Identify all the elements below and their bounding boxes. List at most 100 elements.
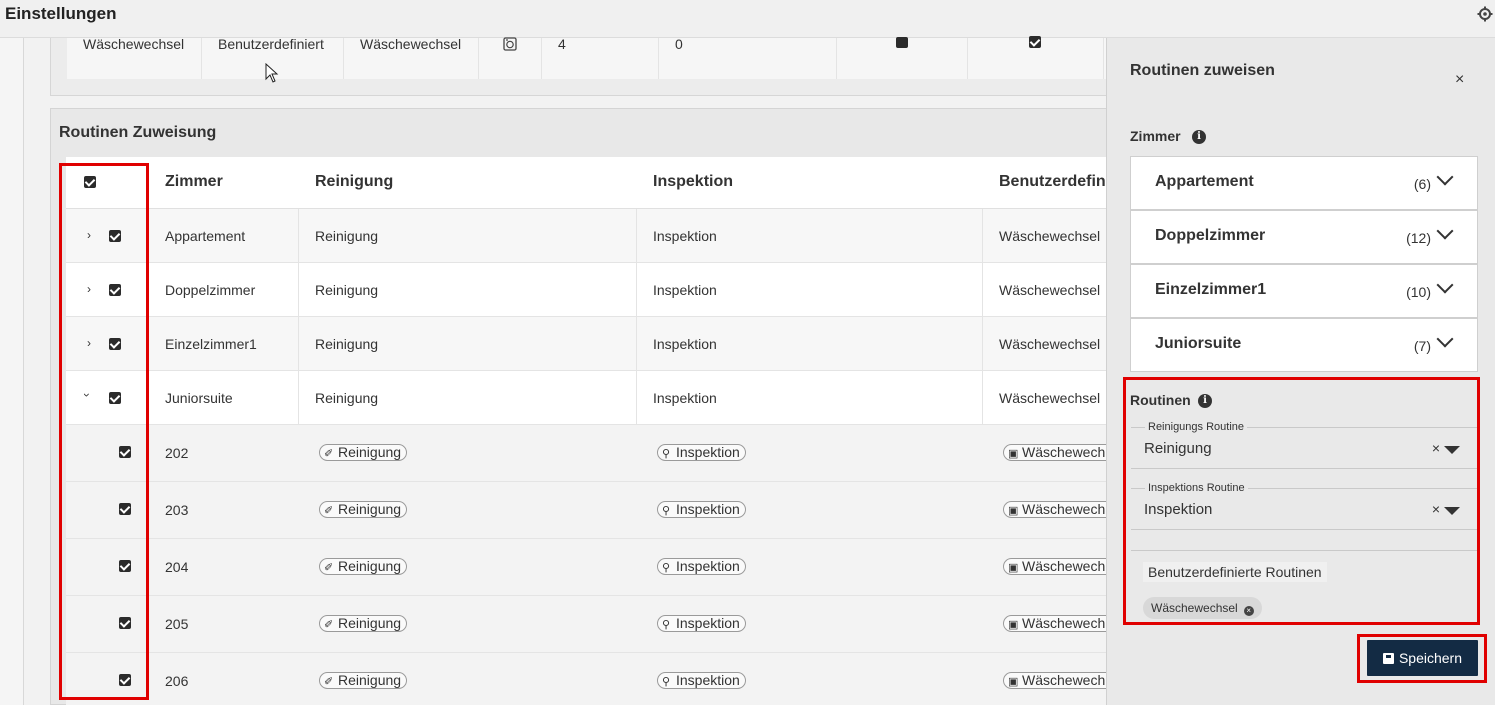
divider — [541, 38, 542, 79]
routine-label: Wäschewechsel — [360, 36, 462, 52]
inspection-routine: Inspektion — [653, 390, 717, 406]
divider — [658, 38, 659, 79]
page-title: Einstellungen — [5, 4, 117, 23]
custom-chip: ▣ Wäschewech — [1003, 558, 1111, 575]
broom-icon: ✐ — [324, 505, 334, 517]
cleaning-chip: ✐ Reinigung — [319, 501, 408, 518]
inspection-chip: ⚲ Inspektion — [657, 615, 746, 632]
panel-title: Routinen zuweisen — [1130, 62, 1275, 79]
table-row[interactable]: 202 ✐ Reinigung ⚲ Inspektion ▣ Wäschewech — [66, 425, 1111, 482]
room-type: Doppelzimmer — [165, 282, 256, 298]
inspection-routine: Inspektion — [653, 336, 717, 352]
broom-icon: ✐ — [324, 676, 334, 688]
custom-routine: Wäschewechsel — [999, 228, 1101, 244]
magnifier-icon: ⚲ — [662, 619, 671, 631]
room-type-accordion[interactable]: Juniorsuite (7) — [1130, 318, 1478, 372]
room-type-accordion[interactable]: Appartement (6) — [1130, 156, 1478, 210]
room-number: 206 — [165, 673, 189, 689]
inspection-routine: Inspektion — [653, 228, 717, 244]
left-strip — [0, 38, 24, 705]
gear-icon[interactable] — [1477, 6, 1493, 22]
laundry-icon — [503, 37, 517, 51]
status-square — [896, 37, 908, 48]
cleaning-chip: ✐ Reinigung — [319, 444, 408, 461]
custom-routine: Wäschewechsel — [999, 390, 1101, 406]
magnifier-icon: ⚲ — [662, 448, 671, 460]
highlight-save-button — [1357, 634, 1487, 683]
room-type: Appartement — [165, 228, 246, 244]
room-type: Juniorsuite — [165, 390, 233, 406]
divider — [201, 38, 202, 79]
divider — [478, 38, 479, 79]
assignment-table: Zimmer Reinigung Inspektion Benutzerdefi… — [66, 157, 1111, 705]
custom-routine: Wäschewechsel — [999, 282, 1101, 298]
cleaning-routine: Reinigung — [315, 336, 379, 352]
close-icon[interactable]: × — [1455, 71, 1464, 89]
info-icon[interactable]: i — [1192, 130, 1206, 144]
room-type-accordion[interactable]: Einzelzimmer1 (10) — [1130, 264, 1478, 318]
custom-routine: Wäschewechsel — [999, 336, 1101, 352]
room-type: Einzelzimmer1 — [165, 336, 257, 352]
inspection-chip: ⚲ Inspektion — [657, 501, 746, 518]
broom-icon: ✐ — [324, 448, 334, 460]
routine-name: Wäschewechsel — [83, 36, 185, 52]
highlight-checkbox-column — [59, 163, 149, 700]
table-row[interactable]: › Appartement Reinigung Inspektion Wäsch… — [66, 209, 1110, 263]
mouse-cursor-icon — [265, 63, 279, 83]
routine-count: 0 — [675, 36, 683, 52]
routine-duration: 4 — [558, 36, 566, 52]
divider — [1103, 38, 1104, 79]
col-reinigung: Reinigung — [315, 173, 394, 190]
table-row[interactable]: › Juniorsuite Reinigung Inspektion Wäsch… — [66, 371, 1110, 425]
chevron-down-icon[interactable] — [1436, 330, 1454, 348]
custom-chip: ▣ Wäschewech — [1003, 444, 1111, 461]
routine-type: Benutzerdefiniert — [218, 36, 324, 52]
cleaning-chip: ✐ Reinigung — [319, 615, 408, 632]
magnifier-icon: ⚲ — [662, 676, 671, 688]
custom-chip: ▣ Wäschewech — [1003, 615, 1111, 632]
divider — [343, 38, 344, 79]
room-number: 205 — [165, 616, 189, 632]
col-custom: Benutzerdefini — [999, 173, 1111, 190]
custom-chip: ▣ Wäschewech — [1003, 672, 1111, 689]
divider — [836, 38, 837, 79]
inspection-chip: ⚲ Inspektion — [657, 558, 746, 575]
row-checkbox[interactable] — [1029, 36, 1041, 48]
broom-icon: ✐ — [324, 562, 334, 574]
cleaning-chip: ✐ Reinigung — [319, 672, 408, 689]
inspection-routine: Inspektion — [653, 282, 717, 298]
room-number: 203 — [165, 502, 189, 518]
broom-icon: ✐ — [324, 619, 334, 631]
divider — [967, 38, 968, 79]
table-row[interactable]: › Doppelzimmer Reinigung Inspektion Wäsc… — [66, 263, 1110, 317]
top-bar: Einstellungen — [0, 0, 1495, 38]
card-title: Routinen Zuweisung — [59, 124, 217, 141]
cleaning-routine: Reinigung — [315, 282, 379, 298]
table-row[interactable]: › Einzelzimmer1 Reinigung Inspektion Wäs… — [66, 317, 1110, 371]
inspection-chip: ⚲ Inspektion — [657, 444, 746, 461]
room-number: 202 — [165, 445, 189, 461]
laundry-icon: ▣ — [1008, 676, 1019, 688]
highlight-routines-section — [1123, 377, 1480, 625]
laundry-icon: ▣ — [1008, 619, 1019, 631]
custom-chip: ▣ Wäschewech — [1003, 501, 1111, 518]
col-inspektion: Inspektion — [653, 173, 734, 190]
cleaning-routine: Reinigung — [315, 228, 379, 244]
table-row[interactable]: 205 ✐ Reinigung ⚲ Inspektion ▣ Wäschewech — [66, 596, 1111, 653]
laundry-icon: ▣ — [1008, 562, 1019, 574]
chevron-down-icon[interactable] — [1436, 168, 1454, 186]
col-zimmer: Zimmer — [165, 173, 223, 190]
chevron-down-icon[interactable] — [1436, 222, 1454, 240]
table-row[interactable]: 203 ✐ Reinigung ⚲ Inspektion ▣ Wäschewech — [66, 482, 1111, 539]
room-type-accordion[interactable]: Doppelzimmer (12) — [1130, 210, 1478, 264]
table-row[interactable]: 204 ✐ Reinigung ⚲ Inspektion ▣ Wäschewech — [66, 539, 1111, 596]
room-number: 204 — [165, 559, 189, 575]
inspection-chip: ⚲ Inspektion — [657, 672, 746, 689]
chevron-down-icon[interactable] — [1436, 276, 1454, 294]
laundry-icon: ▣ — [1008, 448, 1019, 460]
laundry-icon: ▣ — [1008, 505, 1019, 517]
cleaning-routine: Reinigung — [315, 390, 379, 406]
rooms-label: Zimmer — [1130, 128, 1181, 144]
magnifier-icon: ⚲ — [662, 505, 671, 517]
table-row[interactable]: 206 ✐ Reinigung ⚲ Inspektion ▣ Wäschewech — [66, 653, 1111, 705]
